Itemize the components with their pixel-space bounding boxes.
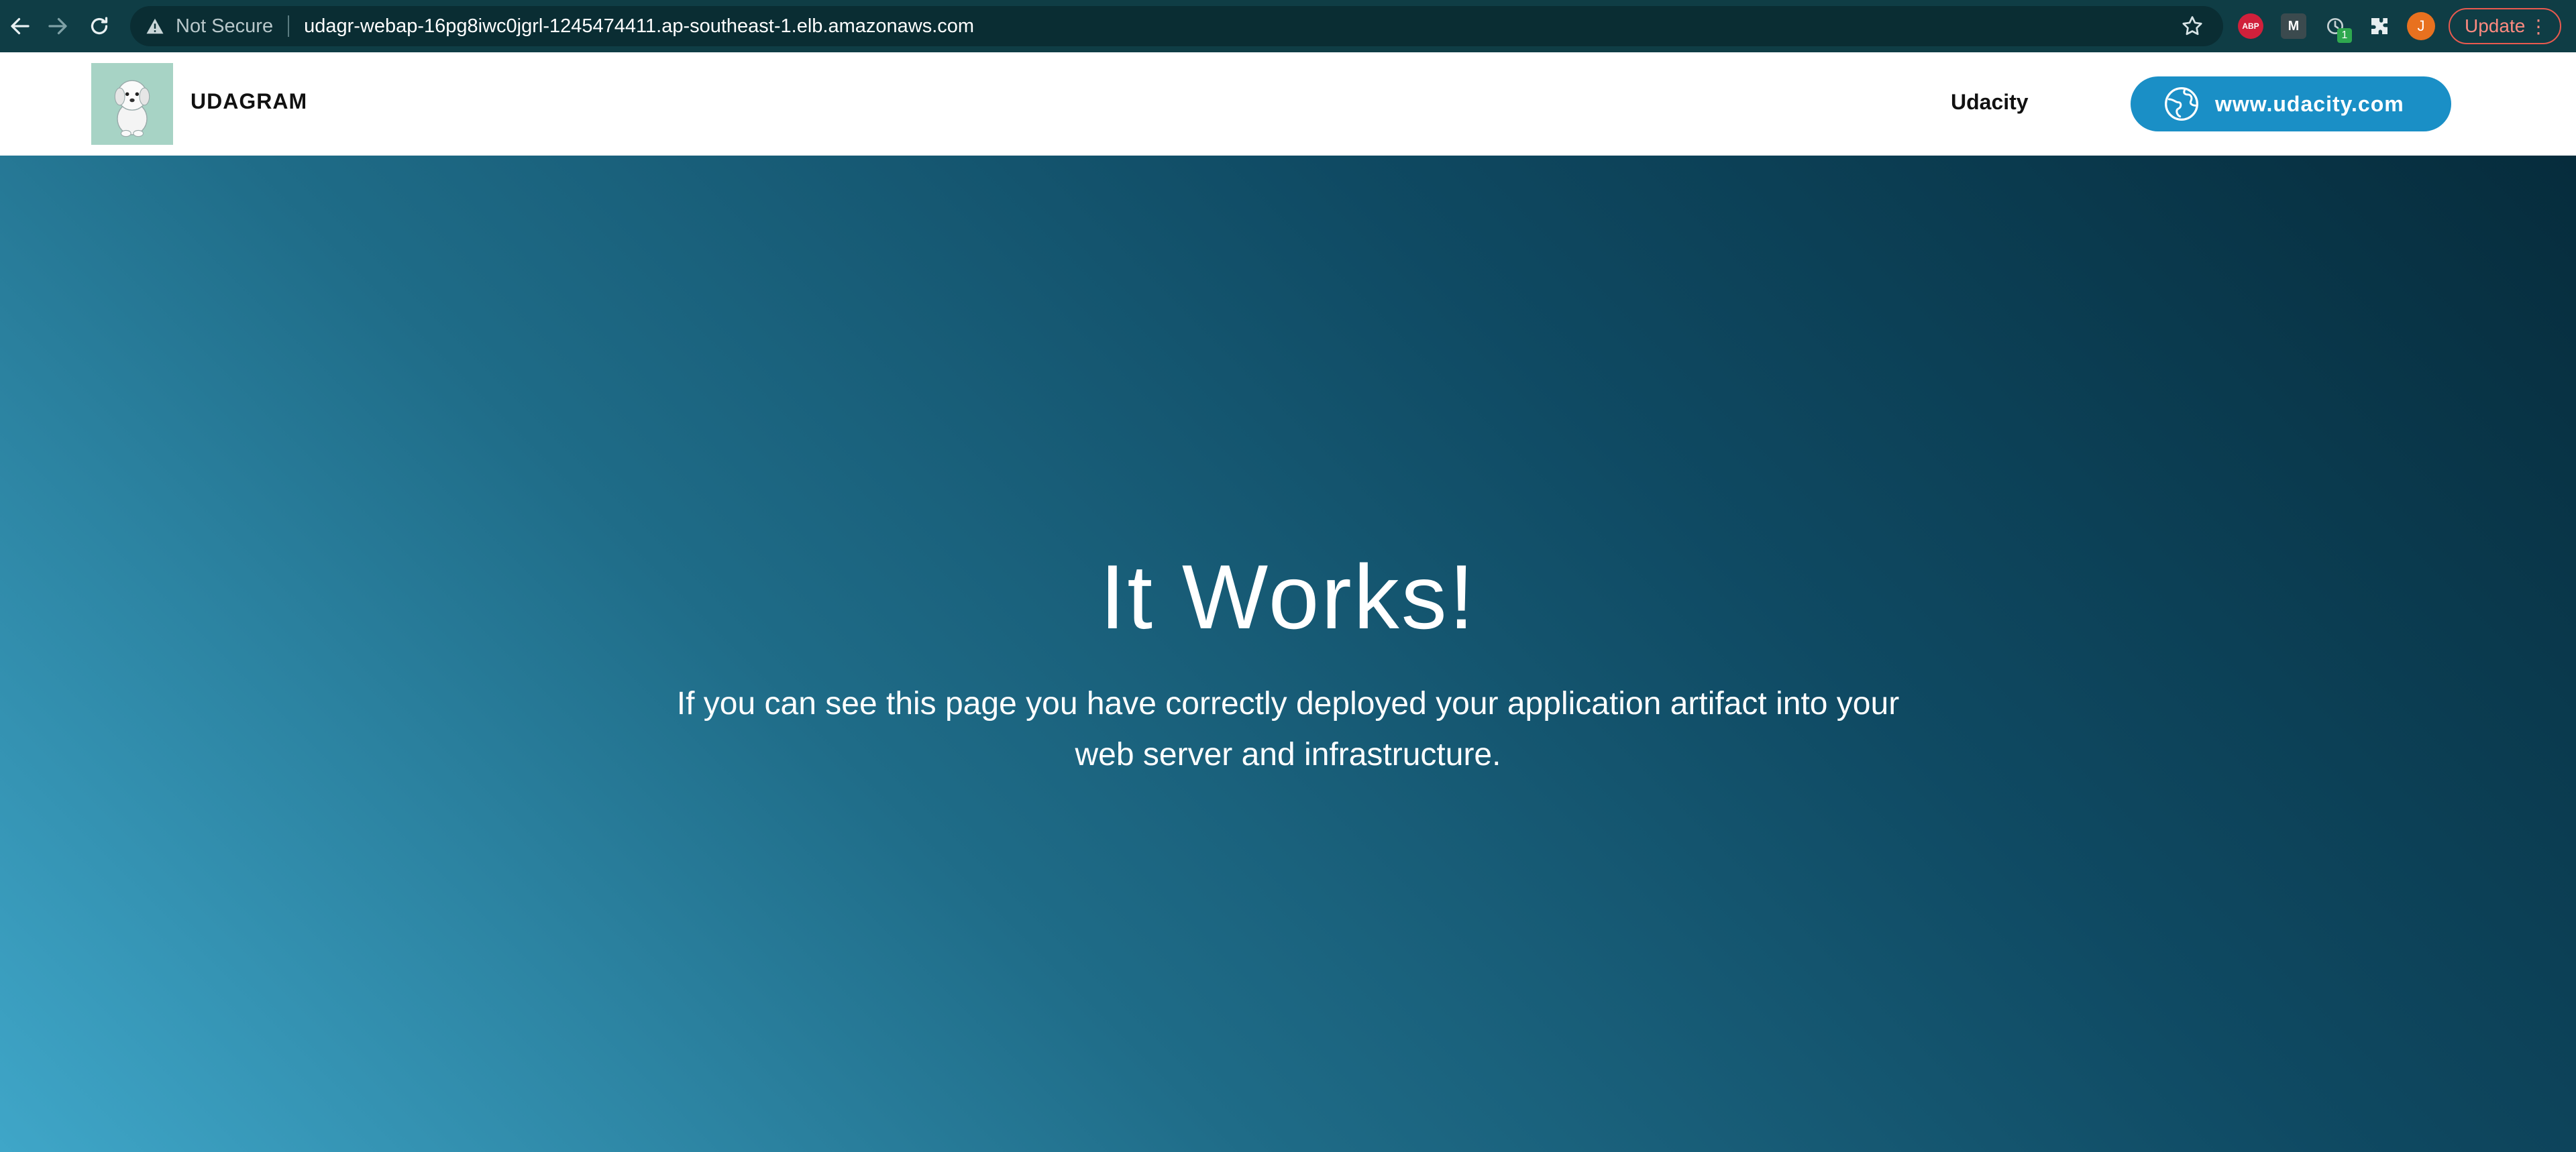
- back-arrow-icon: [11, 17, 30, 35]
- udacity-link-button[interactable]: www.udacity.com: [2131, 76, 2451, 131]
- reload-icon: [91, 17, 108, 35]
- kebab-menu-icon: ⋮: [2529, 16, 2548, 37]
- extension-badge: 1: [2337, 28, 2352, 43]
- logo-dog-icon[interactable]: [91, 63, 173, 145]
- puzzle-icon[interactable]: [2367, 13, 2392, 39]
- browser-toolbar: Not Secure udagr-webap-16pg8iwc0jgrl-124…: [0, 0, 2576, 52]
- adblock-icon[interactable]: ABP: [2238, 13, 2263, 39]
- brand-name[interactable]: UDAGRAM: [191, 89, 307, 114]
- url-separator: [288, 15, 290, 37]
- hero-description: If you can see this page you have correc…: [676, 686, 1900, 772]
- back-button[interactable]: [0, 6, 40, 46]
- warning-icon: [145, 15, 166, 37]
- security-status[interactable]: Not Secure: [176, 15, 273, 38]
- update-button[interactable]: Update ⋮: [2449, 8, 2561, 44]
- hero-title: It Works!: [1099, 546, 1477, 648]
- forward-button[interactable]: [38, 6, 78, 46]
- site-header: UDAGRAM Udacity www.udacity.com: [0, 52, 2576, 156]
- cta-label: www.udacity.com: [2215, 91, 2404, 116]
- address-bar[interactable]: Not Secure udagr-webap-16pg8iwc0jgrl-124…: [130, 6, 2223, 46]
- nav-link-udacity[interactable]: Udacity: [1951, 90, 2029, 115]
- update-label: Update: [2465, 15, 2526, 36]
- hero-section: It Works! If you can see this page you h…: [0, 156, 2576, 1152]
- profile-avatar[interactable]: J: [2407, 12, 2435, 40]
- forward-arrow-icon: [48, 17, 67, 35]
- url-text[interactable]: udagr-webap-16pg8iwc0jgrl-1245474411.ap-…: [304, 15, 974, 38]
- globe-icon: [2165, 87, 2198, 121]
- bookmark-star-icon[interactable]: [2180, 14, 2204, 38]
- m-extension-icon[interactable]: M: [2281, 13, 2306, 39]
- reload-button[interactable]: [79, 6, 119, 46]
